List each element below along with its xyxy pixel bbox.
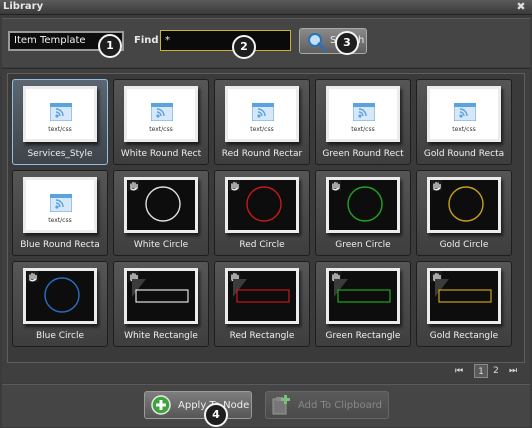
tile-name: Red Circle xyxy=(239,240,285,250)
last-page-icon[interactable]: ⏭ xyxy=(507,364,519,378)
pager: ⏮ 1 2 ⏭ xyxy=(2,361,530,379)
hand-drag-icon xyxy=(27,271,38,282)
circle-outline xyxy=(347,186,383,222)
tile-name: Red Rectangle xyxy=(229,331,295,341)
circle-shape-thumbnail xyxy=(225,177,299,233)
callout-badge-3: 3 xyxy=(335,31,359,55)
rectangle-shape-thumbnail xyxy=(427,268,501,324)
css-document-thumbnail: text/css xyxy=(23,86,97,142)
first-page-icon[interactable]: ⏮ xyxy=(453,364,465,378)
page-1-link[interactable]: 1 xyxy=(474,364,488,378)
tile-name: Gold Round Recta xyxy=(423,149,505,159)
mime-type-label: text/css xyxy=(250,126,274,133)
hand-drag-icon xyxy=(330,180,341,191)
library-item-tile[interactable]: text/css White Round Rect xyxy=(113,79,209,165)
css-document-thumbnail: text/css xyxy=(326,86,400,142)
tile-name: Green Rectangle xyxy=(325,331,401,341)
tile-name: Gold Circle xyxy=(439,240,489,250)
find-input[interactable] xyxy=(160,30,291,51)
page-2-link[interactable]: 2 xyxy=(490,364,502,378)
close-icon[interactable]: ✖ xyxy=(515,1,527,12)
css-document-thumbnail: text/css xyxy=(427,86,501,142)
tile-name: Green Circle xyxy=(335,240,391,250)
tile-name: White Round Rect xyxy=(120,149,202,159)
item-grid: text/css Services_Style text/css White Roun… xyxy=(7,73,525,363)
rectangle-shape-thumbnail xyxy=(326,268,400,324)
plus-icon xyxy=(151,395,171,415)
library-item-tile[interactable]: text/css Red Round Rectar xyxy=(214,79,310,165)
tile-name: Green Round Rect xyxy=(322,149,404,159)
template-type-value: Item Template xyxy=(14,35,86,46)
rss-feed-icon xyxy=(50,194,72,212)
circle-outline xyxy=(246,186,282,222)
hand-drag-icon xyxy=(431,180,442,191)
callout-badge-1: 1 xyxy=(98,34,122,58)
rss-feed-icon xyxy=(252,103,274,121)
rectangle-outline xyxy=(334,279,391,303)
circle-outline xyxy=(44,277,80,313)
mime-type-label: text/css xyxy=(48,217,72,224)
library-item-tile[interactable]: Red Rectangle xyxy=(214,261,310,347)
circle-shape-thumbnail xyxy=(427,177,501,233)
add-to-clipboard-label: Add To Clipboard xyxy=(298,400,383,411)
rss-feed-icon xyxy=(151,103,173,121)
library-item-tile[interactable]: Blue Circle xyxy=(12,261,108,347)
library-item-tile[interactable]: Green Rectangle xyxy=(315,261,411,347)
tile-name: White Circle xyxy=(133,240,189,250)
mime-type-label: text/css xyxy=(452,126,476,133)
library-item-tile[interactable]: White Circle xyxy=(113,170,209,256)
tile-name: Red Round Rectar xyxy=(221,149,303,159)
rss-feed-icon xyxy=(454,103,476,121)
library-item-tile[interactable]: Green Circle xyxy=(315,170,411,256)
apply-to-node-button[interactable]: Apply To Node xyxy=(144,391,252,419)
library-item-tile[interactable]: text/css Blue Round Recta xyxy=(12,170,108,256)
clipboard-add-icon xyxy=(272,395,290,415)
footer-bar: Apply To Node Add To Clipboard 4 xyxy=(2,384,530,427)
circle-shape-thumbnail xyxy=(124,177,198,233)
rectangle-outline xyxy=(132,279,189,303)
library-item-tile[interactable]: text/css Green Round Rect xyxy=(315,79,411,165)
rectangle-shape-thumbnail xyxy=(124,268,198,324)
callout-badge-2: 2 xyxy=(232,35,256,59)
title-bar: Library ✖ xyxy=(0,0,532,15)
magnifier-icon xyxy=(308,33,327,52)
library-item-tile[interactable]: Gold Rectangle xyxy=(416,261,512,347)
tile-name: Gold Rectangle xyxy=(429,331,499,341)
tile-name: Blue Circle xyxy=(35,331,85,341)
rss-feed-icon xyxy=(353,103,375,121)
tile-name: Services_Style xyxy=(27,149,93,159)
library-item-tile[interactable]: text/css Gold Round Recta xyxy=(416,79,512,165)
find-label: Find xyxy=(134,35,159,46)
library-item-tile[interactable]: Gold Circle xyxy=(416,170,512,256)
circle-shape-thumbnail xyxy=(23,268,97,324)
library-item-tile[interactable]: White Rectangle xyxy=(113,261,209,347)
window-title: Library xyxy=(3,1,44,12)
library-item-tile[interactable]: Red Circle xyxy=(214,170,310,256)
library-item-tile[interactable]: text/css Services_Style xyxy=(12,79,108,165)
mime-type-label: text/css xyxy=(149,126,173,133)
add-to-clipboard-button[interactable]: Add To Clipboard xyxy=(265,391,389,419)
css-document-thumbnail: text/css xyxy=(225,86,299,142)
tile-name: Blue Round Recta xyxy=(20,240,100,250)
mime-type-label: text/css xyxy=(351,126,375,133)
rectangle-outline xyxy=(233,279,290,303)
css-document-thumbnail: text/css xyxy=(124,86,198,142)
circle-shape-thumbnail xyxy=(326,177,400,233)
circle-outline xyxy=(145,186,181,222)
css-document-thumbnail: text/css xyxy=(23,177,97,233)
mime-type-label: text/css xyxy=(48,126,72,133)
tile-name: White Rectangle xyxy=(124,331,198,341)
callout-badge-4: 4 xyxy=(204,403,228,427)
rectangle-outline xyxy=(435,279,492,303)
circle-outline xyxy=(448,186,484,222)
hand-drag-icon xyxy=(229,180,240,191)
library-content: text/css Services_Style text/css White Roun… xyxy=(2,68,530,383)
toolbar: Item Template Find Search 1 2 3 xyxy=(2,18,530,67)
rectangle-shape-thumbnail xyxy=(225,268,299,324)
hand-drag-icon xyxy=(128,180,139,191)
rss-feed-icon xyxy=(50,103,72,121)
